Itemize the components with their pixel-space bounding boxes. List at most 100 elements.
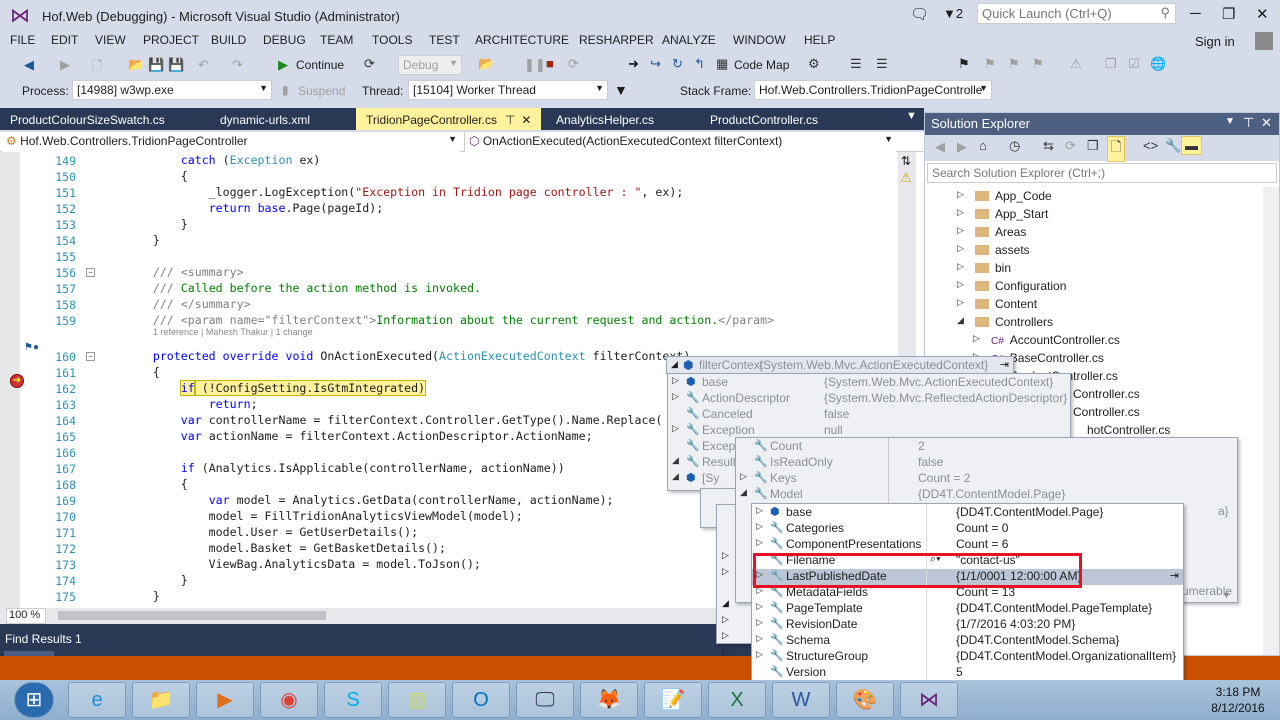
uncomment-icon[interactable]: ☰ xyxy=(876,56,888,72)
datatip-row[interactable]: ▷ 🔧 Schema {DD4T.ContentModel.Schema} xyxy=(752,633,1183,649)
solution-item[interactable]: Controller.cs xyxy=(1073,405,1140,419)
bookmark-icon[interactable]: ⚑ xyxy=(958,56,970,72)
preview-icon[interactable]: ▬ xyxy=(1181,136,1202,155)
stack-frame-select[interactable]: Hof.Web.Controllers.TridionPageControlle… xyxy=(754,80,992,100)
datatip-root[interactable]: ◢ ⬢ filterContext {System.Web.Mvc.ActionExe… xyxy=(666,356,1014,374)
internet-explorer-taskbar-button[interactable]: e xyxy=(68,682,126,718)
datatip-row[interactable]: ▷ 🔧 ComponentPresentations Count = 6 xyxy=(752,537,1183,553)
expand-icon[interactable]: ▷ xyxy=(756,505,763,516)
clock[interactable]: 3:18 PM 8/12/2016 xyxy=(1196,684,1280,716)
stop-debugging-icon[interactable]: ■ xyxy=(546,56,554,71)
start-taskbar-button[interactable]: ⊞ xyxy=(14,682,54,718)
menu-file[interactable]: FILE xyxy=(10,33,35,47)
menu-team[interactable]: TEAM xyxy=(320,33,353,47)
collapse-icon[interactable]: ◢ xyxy=(740,487,747,498)
avatar[interactable] xyxy=(1255,32,1273,50)
code-map-icon[interactable]: ▦ xyxy=(716,56,728,72)
continue-button[interactable]: Continue xyxy=(296,58,344,72)
pin-icon[interactable]: ⊤ xyxy=(1243,115,1254,131)
minimize-button[interactable]: ─ xyxy=(1190,5,1201,22)
codelens[interactable]: 1 reference | Mahesh Thakur | 1 change xyxy=(153,327,313,337)
expand-icon[interactable]: ▷ xyxy=(756,537,763,548)
menu-test[interactable]: TEST xyxy=(429,33,460,47)
pin-datatip-icon[interactable]: ⇥ xyxy=(1170,569,1179,582)
datatip-row[interactable]: ▷ 🔧 StructureGroup {DD4T.ContentModel.Organ… xyxy=(752,649,1183,665)
show-all-files-icon[interactable]: 🗋 xyxy=(1107,136,1126,162)
datatip-row[interactable]: ▷ 🔧 ActionDescriptor {System.Web.Mvc.Reflec… xyxy=(668,391,1070,407)
collapse-all-icon[interactable]: ❐ xyxy=(1087,138,1099,154)
datatip-row[interactable]: 🔧 Canceled false xyxy=(668,407,1070,423)
menu-build[interactable]: BUILD xyxy=(211,33,246,47)
solution-item[interactable]: ▷ assets xyxy=(957,243,1030,257)
close-panel-icon[interactable]: ✕ xyxy=(1261,115,1272,131)
member-select[interactable]: ⬡ OnActionExecuted(ActionExecutedContext… xyxy=(464,132,896,152)
tab-overflow-icon[interactable]: ▼ xyxy=(906,110,917,122)
expand-icon[interactable]: ▷ xyxy=(957,261,964,272)
show-next-statement-icon[interactable]: ➜ xyxy=(628,56,639,72)
breakpoint-current-statement-icon[interactable]: ➜ xyxy=(10,374,24,388)
thread-select[interactable]: [15104] Worker Thread ▼ xyxy=(408,80,608,100)
datatip-row[interactable]: 🔧 IsReadOnly false xyxy=(736,455,1237,471)
datatip-model[interactable]: ▷ ⬢ base {DD4T.ContentModel.Page} ▷ 🔧 Categori… xyxy=(751,503,1184,697)
dropdown-icon[interactable]: ▼ xyxy=(1225,116,1235,127)
tab-dynamic-urls-xml[interactable]: dynamic-urls.xml xyxy=(210,108,320,130)
skype-taskbar-button[interactable]: S xyxy=(324,682,382,718)
back-icon[interactable]: ◀ xyxy=(24,57,34,73)
datatip-row[interactable]: ◢ 🔧 Model {DD4T.ContentModel.Page} xyxy=(736,487,1237,503)
expand-icon[interactable]: ▷ xyxy=(756,521,763,532)
word-taskbar-button[interactable]: W xyxy=(772,682,830,718)
split-icon[interactable]: ⇅ xyxy=(901,154,911,168)
save-all-icon[interactable]: 💾 xyxy=(168,57,184,73)
view-code-icon[interactable]: <> xyxy=(1143,138,1158,153)
continue-icon[interactable]: ▶ xyxy=(278,57,288,73)
collapse-icon[interactable]: ◢ xyxy=(672,471,679,482)
code-map-button[interactable]: Code Map xyxy=(734,58,789,72)
type-select[interactable]: ⚙ Hof.Web.Controllers.TridionPageControl… xyxy=(2,132,460,152)
datatip-row[interactable]: ▷ ⬢ base {System.Web.Mvc.ActionExecutedCont… xyxy=(668,375,1070,391)
find-in-files-icon[interactable]: 📂 xyxy=(478,56,494,72)
collapse-toggle-icon[interactable]: − xyxy=(86,352,95,361)
properties-icon[interactable]: 🔧 xyxy=(1165,138,1181,154)
expand-icon[interactable]: ▷ xyxy=(957,225,964,236)
notifications-button[interactable]: ▼2 xyxy=(943,6,963,21)
menu-edit[interactable]: EDIT xyxy=(51,33,78,47)
file-explorer-taskbar-button[interactable]: 📁 xyxy=(132,682,190,718)
tab-productcontroller-cs[interactable]: ProductController.cs xyxy=(700,108,828,130)
datatip-row[interactable]: 🔧 Version 5 xyxy=(752,665,1183,681)
suspend-icon[interactable]: ▮ xyxy=(282,83,289,97)
datatip-row[interactable]: ▷ 🔧 Keys Count = 2 xyxy=(736,471,1237,487)
close-button[interactable]: ✕ xyxy=(1256,5,1269,23)
menu-analyze[interactable]: ANALYZE xyxy=(662,33,716,47)
refresh-icon[interactable]: ⟳ xyxy=(1065,138,1076,154)
expand-icon[interactable]: ▷ xyxy=(672,375,679,386)
feedback-icon[interactable]: 🗨 xyxy=(910,5,929,23)
chrome-taskbar-button[interactable]: ◉ xyxy=(260,682,318,718)
sticky-notes-taskbar-button[interactable]: ▨ xyxy=(388,682,446,718)
home-icon[interactable]: ⌂ xyxy=(979,138,987,153)
solution-configuration-select[interactable]: Debug ▼ xyxy=(398,55,462,75)
expand-icon[interactable]: ▷ xyxy=(756,633,763,644)
expand-icon[interactable]: ▷ xyxy=(957,297,964,308)
restore-button[interactable]: ❐ xyxy=(1222,5,1235,23)
collapse-icon[interactable]: ◢ xyxy=(671,359,678,370)
menu-project[interactable]: PROJECT xyxy=(143,33,199,47)
menu-debug[interactable]: DEBUG xyxy=(263,33,306,47)
clear-bookmarks-icon[interactable]: ⚑ xyxy=(1032,56,1044,72)
collapse-toggle-icon[interactable]: − xyxy=(86,268,95,277)
visual-studio-taskbar-button[interactable]: ⋈ xyxy=(900,682,958,718)
firefox-taskbar-button[interactable]: 🦊 xyxy=(580,682,638,718)
error-icon[interactable]: ⚠ xyxy=(1070,56,1082,72)
solution-item[interactable]: hotController.cs xyxy=(1087,423,1170,437)
solution-item[interactable]: ▷ Areas xyxy=(957,225,1026,239)
save-icon[interactable]: 💾 xyxy=(148,57,164,73)
menu-view[interactable]: VIEW xyxy=(95,33,126,47)
break-all-icon[interactable]: ❚❚ xyxy=(524,57,546,73)
close-tab-icon[interactable]: ✕ xyxy=(521,113,531,127)
expand-icon[interactable]: ▷ xyxy=(957,279,964,290)
forward-icon[interactable]: ▶ xyxy=(60,57,70,73)
window-icon[interactable]: ❐ xyxy=(1105,56,1117,72)
solution-scrollbar[interactable] xyxy=(1263,187,1279,655)
menu-tools[interactable]: TOOLS xyxy=(372,33,412,47)
expand-icon[interactable]: ▷ xyxy=(957,189,964,200)
horizontal-scrollbar[interactable] xyxy=(58,611,326,620)
